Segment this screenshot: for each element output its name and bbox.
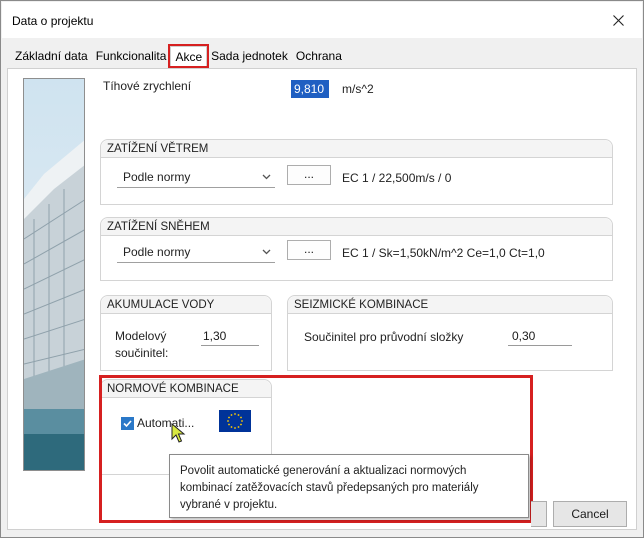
wind-method-select[interactable]: Podle normy xyxy=(117,166,275,188)
seismic-coefficient-label: Součinitel pro průvodní složky xyxy=(304,330,464,344)
gravity-label: Tíhové zrychlení xyxy=(103,79,192,93)
eu-flag-icon xyxy=(219,410,251,432)
building-image xyxy=(23,78,85,471)
wind-method-value: Podle normy xyxy=(123,170,191,184)
seismic-combinations-group: SEIZMICKÉ KOMBINACE Součinitel pro průvo… xyxy=(287,295,613,371)
ok-button[interactable] xyxy=(531,501,547,527)
water-accumulation-group: AKUMULACE VODY Modelový součinitel: 1,30 xyxy=(100,295,272,371)
water-accumulation-header: AKUMULACE VODY xyxy=(101,296,271,314)
tab-basic-data[interactable]: Základní data xyxy=(11,46,92,66)
tooltip: Povolit automatické generování a aktuali… xyxy=(169,454,529,518)
wind-load-header: ZATÍŽENÍ VĚTREM xyxy=(101,140,612,158)
snow-load-header: ZATÍŽENÍ SNĚHEM xyxy=(101,218,612,236)
gravity-unit: m/s^2 xyxy=(342,82,374,96)
chevron-down-icon xyxy=(262,249,271,255)
wind-settings-button[interactable]: ... xyxy=(287,165,331,185)
water-coefficient-label-line1: Modelový xyxy=(115,329,167,343)
tooltip-line-3: vybrané v projektu. xyxy=(180,499,278,511)
seismic-coefficient-input[interactable]: 0,30 xyxy=(508,328,572,346)
window-title: Data o projektu xyxy=(12,14,94,28)
tab-protection[interactable]: Ochrana xyxy=(292,46,346,66)
snow-summary: EC 1 / Sk=1,50kN/m^2 Ce=1,0 Ct=1,0 xyxy=(342,246,545,260)
norm-combinations-header: NORMOVÉ KOMBINACE xyxy=(101,380,271,398)
wind-load-group: ZATÍŽENÍ VĚTREM Podle normy ... EC 1 / 2… xyxy=(100,139,613,205)
tab-unit-set[interactable]: Sada jednotek xyxy=(207,46,292,66)
close-button[interactable] xyxy=(598,5,638,35)
chevron-down-icon xyxy=(262,174,271,180)
tab-strip: Základní data Funkcionalita Akce Sada je… xyxy=(11,44,346,68)
project-data-dialog: Data o projektu Základní data Funkcional… xyxy=(0,0,644,538)
cancel-button[interactable]: Cancel xyxy=(553,501,627,527)
tooltip-line-1: Povolit automatické generování a aktuali… xyxy=(180,465,467,477)
tooltip-line-2: kombinací zatěžovacích stavů předepsanýc… xyxy=(180,482,479,494)
title-bar: Data o projektu xyxy=(2,2,642,38)
tab-actions[interactable]: Akce xyxy=(168,44,210,68)
close-icon xyxy=(612,14,624,26)
snow-method-value: Podle normy xyxy=(123,245,191,259)
gravity-input[interactable]: 9,810 xyxy=(291,80,329,98)
seismic-combinations-header: SEIZMICKÉ KOMBINACE xyxy=(288,296,612,314)
auto-combinations-checkbox[interactable] xyxy=(121,417,134,430)
water-coefficient-input[interactable]: 1,30 xyxy=(201,328,259,346)
tab-functionality[interactable]: Funkcionalita xyxy=(92,46,171,66)
snow-load-group: ZATÍŽENÍ SNĚHEM Podle normy ... EC 1 / S… xyxy=(100,217,613,281)
wind-summary: EC 1 / 22,500m/s / 0 xyxy=(342,171,452,185)
snow-method-select[interactable]: Podle normy xyxy=(117,241,275,263)
mouse-cursor-icon xyxy=(171,423,186,443)
water-coefficient-label-line2: součinitel: xyxy=(115,346,169,360)
checkmark-icon xyxy=(123,420,132,428)
snow-settings-button[interactable]: ... xyxy=(287,240,331,260)
